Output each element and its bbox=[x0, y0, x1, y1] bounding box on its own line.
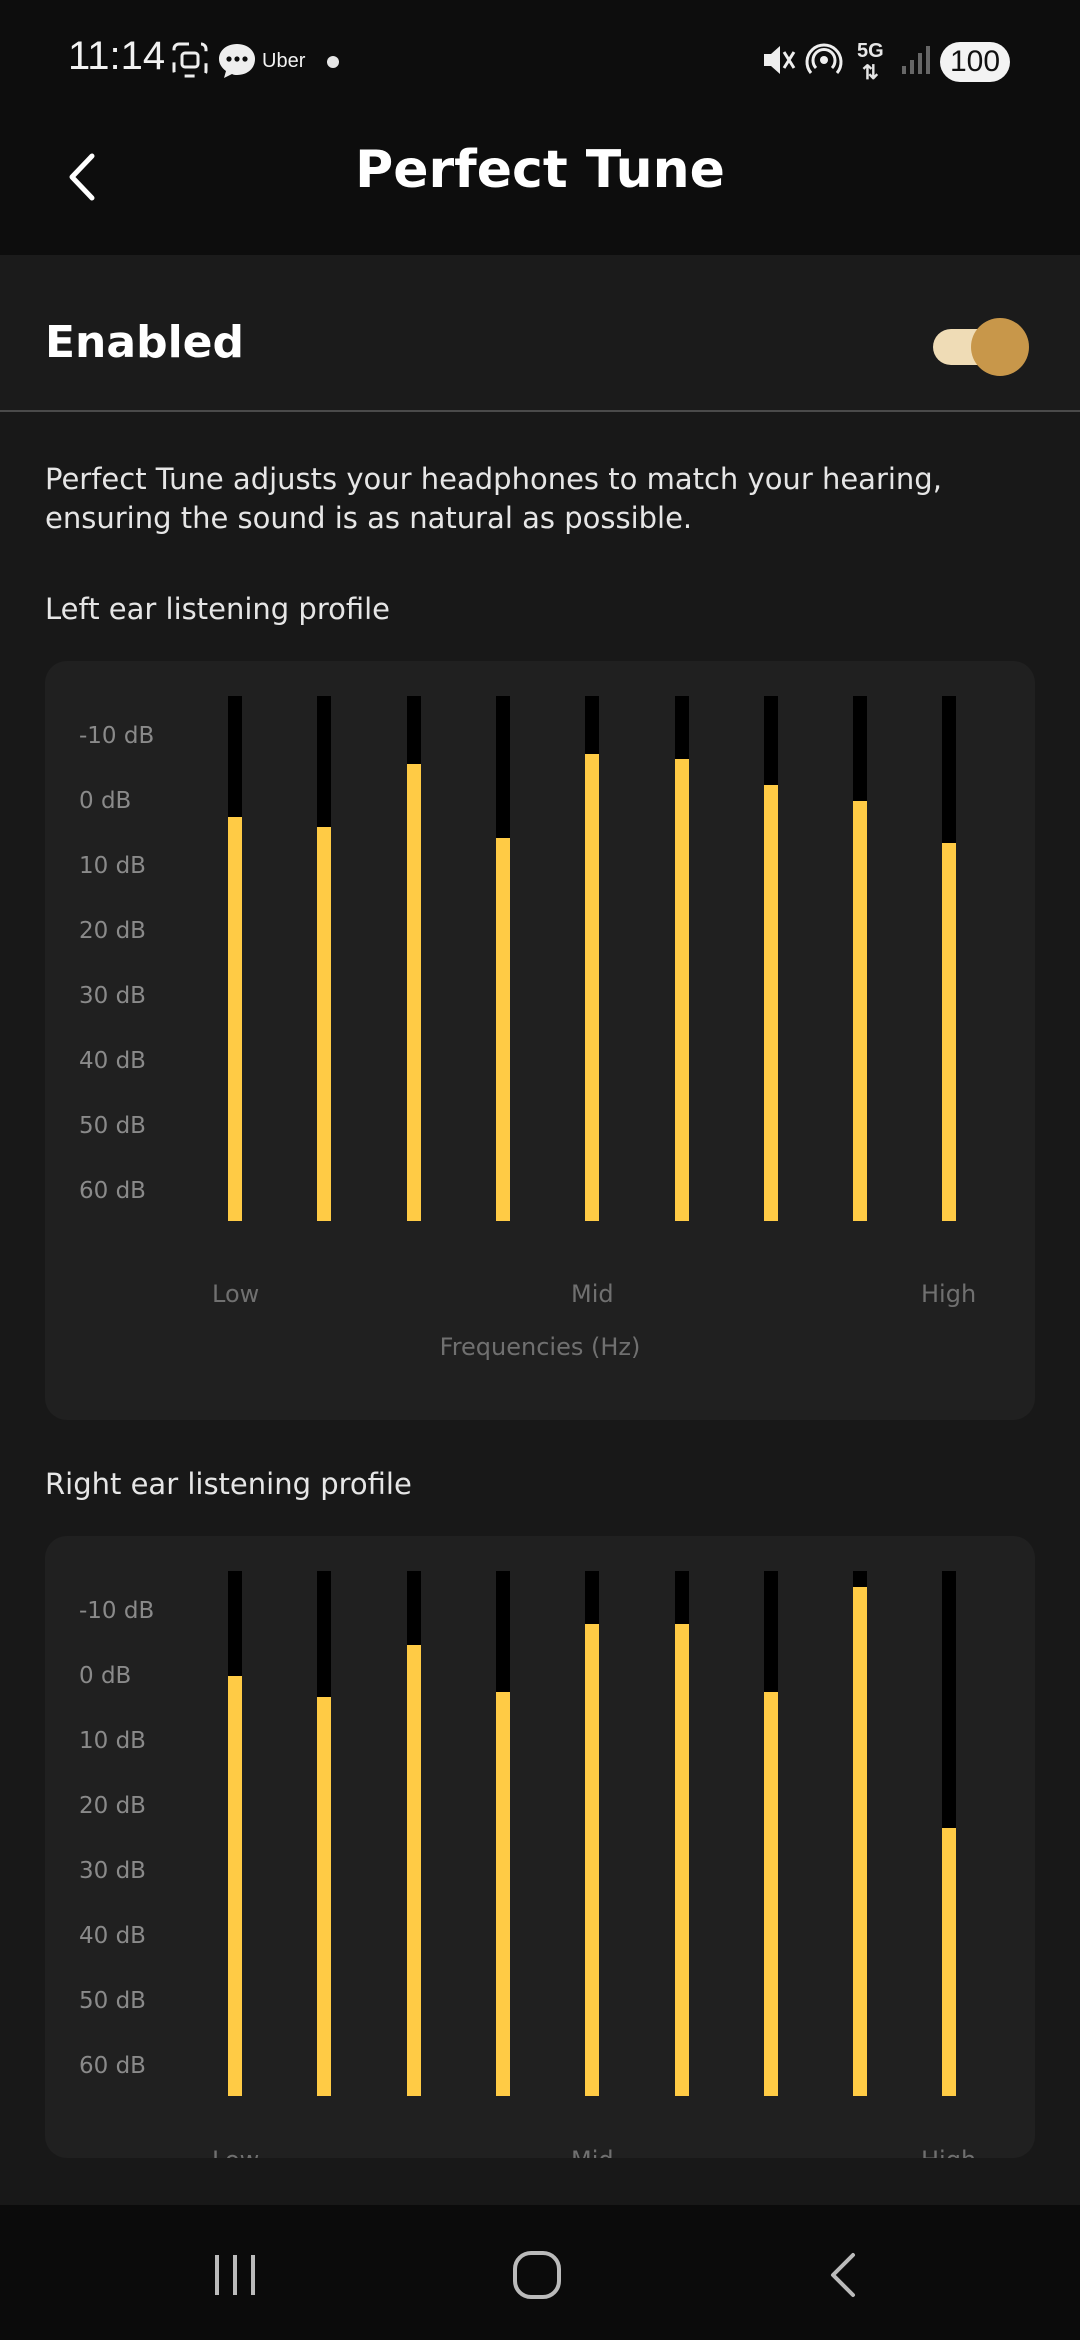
left-ear-bar bbox=[674, 696, 689, 1221]
right-ear-bar bbox=[406, 1571, 421, 2096]
enabled-row: Enabled bbox=[0, 255, 1080, 412]
y-axis-label: 50 dB bbox=[79, 1988, 146, 2014]
status-time: 11:14 bbox=[68, 34, 166, 78]
home-icon[interactable] bbox=[510, 2248, 566, 2304]
page-title: Perfect Tune bbox=[355, 140, 725, 200]
mute-icon bbox=[764, 46, 796, 74]
y-axis-label: 50 dB bbox=[79, 1113, 146, 1139]
y-axis-label: -10 dB bbox=[79, 1598, 155, 1624]
y-axis-label: 60 dB bbox=[79, 2053, 146, 2079]
left-ear-bar bbox=[406, 696, 421, 1221]
right-ear-bar bbox=[942, 1571, 957, 2096]
battery-indicator: 100 bbox=[940, 42, 1010, 82]
left-ear-bar bbox=[317, 696, 332, 1221]
left-ear-bar-fill bbox=[585, 753, 600, 1221]
left-ear-bar-fill bbox=[942, 843, 957, 1221]
left-ear-bar bbox=[853, 696, 868, 1221]
right-ear-bar bbox=[495, 1571, 510, 2096]
y-axis-label: 0 dB bbox=[79, 788, 132, 814]
right-ear-bar-fill bbox=[228, 1676, 242, 2096]
perfect-tune-description: Perfect Tune adjusts your headphones to … bbox=[45, 462, 942, 535]
enabled-toggle[interactable] bbox=[933, 318, 1029, 376]
network-type: 5G ⇅ bbox=[857, 40, 884, 84]
right-ear-bar-fill bbox=[853, 1586, 868, 2096]
right-ear-bar bbox=[228, 1571, 242, 2096]
x-axis-title: Frequencies (Hz) bbox=[439, 1333, 641, 1361]
y-axis-label: 20 dB bbox=[79, 1793, 146, 1819]
right-ear-bar-fill bbox=[406, 1644, 421, 2096]
left-ear-bar bbox=[763, 696, 778, 1221]
right-ear-bar-fill bbox=[495, 1691, 510, 2096]
notification-dot-icon bbox=[327, 56, 339, 68]
right-ear-bar-fill bbox=[317, 1697, 332, 2096]
right-ear-bar bbox=[317, 1571, 332, 2096]
right-ear-bar-fill bbox=[585, 1623, 600, 2096]
signal-icon bbox=[902, 46, 930, 74]
enabled-label: Enabled bbox=[45, 317, 244, 368]
left-ear-bar bbox=[228, 696, 242, 1221]
left-ear-bar-fill bbox=[406, 764, 421, 1221]
left-ear-bar-fill bbox=[853, 801, 868, 1221]
x-axis-label-mid: Mid bbox=[571, 2146, 614, 2158]
hotspot-icon bbox=[805, 43, 843, 74]
left-ear-bar bbox=[495, 696, 510, 1221]
left-ear-title: Left ear listening profile bbox=[45, 592, 391, 626]
x-axis-label-high: High bbox=[921, 1280, 977, 1308]
x-axis-label-mid: Mid bbox=[571, 1280, 614, 1308]
uber-notification-label: Uber bbox=[262, 50, 306, 72]
y-axis-label: 10 dB bbox=[79, 1728, 146, 1754]
right-ear-bar bbox=[763, 1571, 778, 2096]
left-ear-bar-fill bbox=[495, 837, 510, 1221]
y-axis-label: 30 dB bbox=[79, 1858, 146, 1884]
right-ear-bar bbox=[585, 1571, 600, 2096]
left-ear-chart: -10 dB 0 dB 10 dB 20 dB 30 dB 40 dB 50 d… bbox=[45, 661, 1035, 1420]
right-ear-title: Right ear listening profile bbox=[45, 1467, 412, 1501]
right-ear-bar bbox=[853, 1571, 868, 2096]
screenshot-icon bbox=[172, 42, 208, 78]
right-ear-bar-fill bbox=[674, 1623, 689, 2096]
y-axis-label: 20 dB bbox=[79, 918, 146, 944]
status-bar: 11:14 Uber 5G ⇅ 100 bbox=[0, 0, 1080, 120]
right-ear-bar-fill bbox=[763, 1691, 778, 2096]
y-axis-label: 60 dB bbox=[79, 1178, 146, 1204]
y-axis-label: -10 dB bbox=[79, 723, 155, 749]
y-axis-label: 40 dB bbox=[79, 1923, 146, 1949]
recent-apps-icon[interactable] bbox=[210, 2250, 260, 2300]
right-ear-bar-fill bbox=[942, 1828, 957, 2096]
y-axis-label: 10 dB bbox=[79, 853, 146, 879]
left-ear-bar-fill bbox=[674, 759, 689, 1221]
right-ear-bar bbox=[674, 1571, 689, 2096]
left-ear-bar-fill bbox=[317, 827, 332, 1221]
y-axis-label: 0 dB bbox=[79, 1663, 132, 1689]
right-ear-chart: -10 dB 0 dB 10 dB 20 dB 30 dB 40 dB 50 d… bbox=[45, 1536, 1035, 2158]
left-ear-bar bbox=[942, 696, 957, 1221]
nav-back-icon[interactable] bbox=[820, 2250, 870, 2300]
left-ear-bar-fill bbox=[228, 816, 242, 1221]
y-axis-label: 30 dB bbox=[79, 983, 146, 1009]
x-axis-label-high: High bbox=[921, 2146, 976, 2158]
x-axis-label-low: Low bbox=[212, 2146, 259, 2158]
left-ear-bar-fill bbox=[763, 785, 778, 1221]
toggle-knob bbox=[971, 318, 1029, 376]
top-app-bar: Perfect Tune bbox=[0, 120, 1080, 255]
chat-icon bbox=[219, 44, 255, 78]
y-axis-label: 40 dB bbox=[79, 1048, 146, 1074]
left-ear-bar bbox=[585, 696, 600, 1221]
x-axis-label-low: Low bbox=[212, 1280, 260, 1308]
system-nav-bar bbox=[0, 2205, 1080, 2340]
